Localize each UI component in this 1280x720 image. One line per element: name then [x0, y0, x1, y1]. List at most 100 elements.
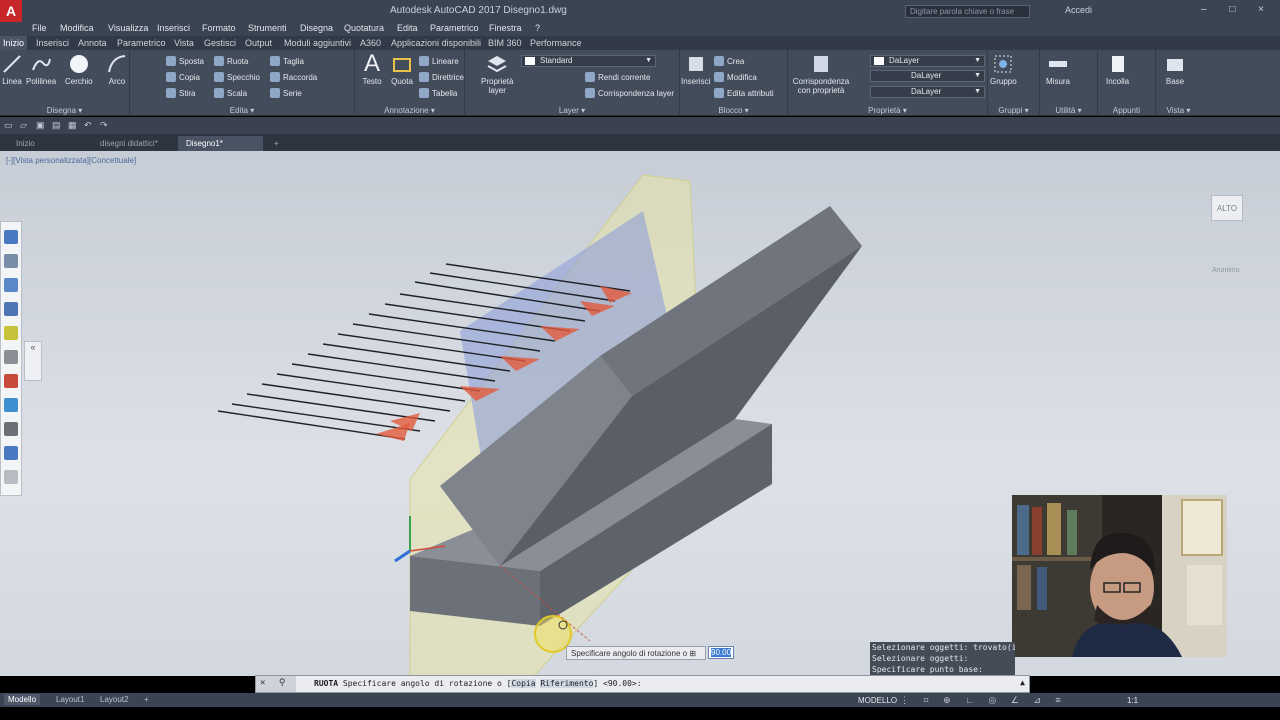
tab-inizio[interactable]: Inizio: [0, 36, 28, 50]
ucs-compass-label[interactable]: Anonimo: [1212, 267, 1240, 274]
testo-button[interactable]: A Testo: [361, 52, 383, 87]
menu-visualizza[interactable]: Visualizza: [108, 23, 148, 33]
redo-tool-icon[interactable]: [4, 470, 18, 484]
status-toggle-icons[interactable]: ⋮ ⌗ ⊕ ∟ ◎ ∠ ⊿ ≡: [900, 695, 1067, 706]
layout-tab-layout2[interactable]: Layout2: [96, 694, 132, 705]
rendi-corrente-button[interactable]: Rendi corrente: [585, 72, 650, 82]
hammer-tool-icon[interactable]: [4, 302, 18, 316]
linea-button[interactable]: Linea: [1, 53, 23, 86]
panel-title-edita[interactable]: Edita ▾: [130, 106, 354, 115]
tab-annota[interactable]: Annota: [78, 38, 107, 48]
saveas-icon[interactable]: ▤: [52, 120, 61, 131]
option-riferimento[interactable]: Riferimento: [540, 679, 594, 688]
tab-a360[interactable]: A360: [360, 38, 381, 48]
modifica-blocco-button[interactable]: Modifica: [714, 72, 757, 82]
chevron-up-icon[interactable]: ▲: [1020, 678, 1025, 687]
menu-strumenti[interactable]: Strumenti: [248, 23, 287, 33]
panel-title-gruppi[interactable]: Gruppi ▾: [988, 106, 1039, 115]
undo-tool-icon[interactable]: [4, 446, 18, 460]
quota-button[interactable]: Quota: [391, 53, 413, 86]
option-copia[interactable]: Copia: [511, 679, 536, 688]
layout-tab-modello[interactable]: Modello: [4, 694, 41, 705]
keyboard-tool-icon[interactable]: [4, 422, 18, 436]
lineweight-dropdown[interactable]: DaLayer ▼: [870, 86, 985, 98]
search-input[interactable]: Digitare parola chiave o frase: [905, 5, 1030, 18]
viewcube-face[interactable]: ALTO: [1211, 195, 1243, 221]
command-line-buttons[interactable]: ✕ ⚲: [256, 676, 296, 692]
sposta-button[interactable]: Sposta: [166, 56, 204, 66]
menu-quotatura[interactable]: Quotatura: [344, 23, 384, 33]
signin-link[interactable]: Accedi: [1065, 5, 1092, 15]
file-tab-disegni-didattici[interactable]: disegni didattici*: [92, 136, 166, 151]
crea-blocco-button[interactable]: Crea: [714, 56, 744, 66]
add-layout-button[interactable]: +: [140, 694, 153, 705]
brush-tool-icon[interactable]: [4, 278, 18, 292]
select-tool-icon[interactable]: [4, 230, 18, 244]
scala-button[interactable]: Scala: [214, 88, 247, 98]
panel-title-proprieta[interactable]: Proprietà ▾: [788, 106, 987, 115]
collapse-palette-button[interactable]: «: [24, 341, 42, 381]
command-line[interactable]: ✕ ⚲ RUOTA Specificare angolo di rotazion…: [255, 675, 1030, 693]
new-icon[interactable]: ▭: [4, 120, 13, 131]
panel-title-annotazione[interactable]: Annotazione ▾: [355, 106, 464, 115]
panel-title-vista[interactable]: Vista ▾: [1156, 106, 1201, 115]
proprieta-layer-button[interactable]: Proprietà layer: [481, 53, 513, 95]
misura-button[interactable]: Misura: [1046, 53, 1070, 86]
copia-button[interactable]: Copia: [166, 72, 200, 82]
open-icon[interactable]: ▱: [20, 120, 27, 131]
cerchio-button[interactable]: Cerchio: [65, 53, 93, 86]
tabella-button[interactable]: Tabella: [419, 88, 457, 98]
linetype-dropdown[interactable]: DaLayer ▼: [870, 70, 985, 82]
polilinea-button[interactable]: Polilinea: [26, 53, 56, 86]
menu-file[interactable]: File: [32, 23, 47, 33]
block-tool-icon[interactable]: [4, 254, 18, 268]
menu-inserisci[interactable]: Inserisci: [157, 23, 190, 33]
eraser-tool-icon[interactable]: [4, 374, 18, 388]
raccorda-button[interactable]: Raccorda: [270, 72, 317, 82]
menu-formato[interactable]: Formato: [202, 23, 236, 33]
base-button[interactable]: Base: [1164, 53, 1186, 86]
serie-button[interactable]: Serie: [270, 88, 302, 98]
inserisci-blocco-button[interactable]: Inserisci: [681, 53, 710, 86]
ruler-tool-icon[interactable]: [4, 350, 18, 364]
menu-finestra[interactable]: Finestra: [489, 23, 522, 33]
note-tool-icon[interactable]: [4, 398, 18, 412]
redo-icon[interactable]: ↷: [100, 120, 108, 131]
corrispondenza-layer-button[interactable]: Corrispondenza layer: [585, 88, 674, 98]
stira-button[interactable]: Stira: [166, 88, 195, 98]
menu-edita[interactable]: Edita: [397, 23, 418, 33]
lineare-button[interactable]: Lineare: [419, 56, 459, 66]
window-controls[interactable]: – □ ×: [1201, 4, 1274, 15]
undo-icon[interactable]: ↶: [84, 120, 92, 131]
new-tab-button[interactable]: +: [266, 136, 287, 151]
panel-title-blocco[interactable]: Blocco ▾: [680, 106, 787, 115]
save-icon[interactable]: ▣: [36, 120, 45, 131]
viewcube[interactable]: ALTO: [1205, 189, 1253, 229]
panel-title-utilita[interactable]: Utilità ▾: [1040, 106, 1097, 115]
tab-inserisci[interactable]: Inserisci: [36, 38, 69, 48]
tab-performance[interactable]: Performance: [530, 38, 582, 48]
tab-moduli-aggiuntivi[interactable]: Moduli aggiuntivi: [284, 38, 351, 48]
taglia-button[interactable]: Taglia: [270, 56, 304, 66]
direttrice-button[interactable]: Direttrice: [419, 72, 464, 82]
panel-title-disegna[interactable]: Disegna ▾: [0, 106, 129, 115]
incolla-button[interactable]: Incolla: [1106, 53, 1129, 86]
tab-parametrico[interactable]: Parametrico: [117, 38, 166, 48]
menu-help[interactable]: ?: [535, 23, 540, 33]
tab-applicazioni[interactable]: Applicazioni disponibili: [391, 38, 481, 48]
gruppo-button[interactable]: Gruppo: [990, 53, 1017, 86]
autocad-logo[interactable]: A: [0, 0, 22, 22]
annotation-scale[interactable]: 1:1: [1127, 696, 1138, 705]
tab-bim360[interactable]: BIM 360: [488, 38, 522, 48]
edita-attributi-button[interactable]: Edita attributi: [714, 88, 774, 98]
specchio-button[interactable]: Specchio: [214, 72, 260, 82]
file-tab-disegno1[interactable]: Disegno1*: [178, 136, 263, 151]
color-dropdown[interactable]: DaLayer ▼: [870, 55, 985, 67]
ruota-button[interactable]: Ruota: [214, 56, 248, 66]
dynamic-input-value[interactable]: 90.00: [708, 646, 734, 659]
menu-modifica[interactable]: Modifica: [60, 23, 94, 33]
tab-vista[interactable]: Vista: [174, 38, 194, 48]
pencil-tool-icon[interactable]: [4, 326, 18, 340]
print-icon[interactable]: ▦: [68, 120, 77, 131]
menu-disegna[interactable]: Disegna: [300, 23, 333, 33]
